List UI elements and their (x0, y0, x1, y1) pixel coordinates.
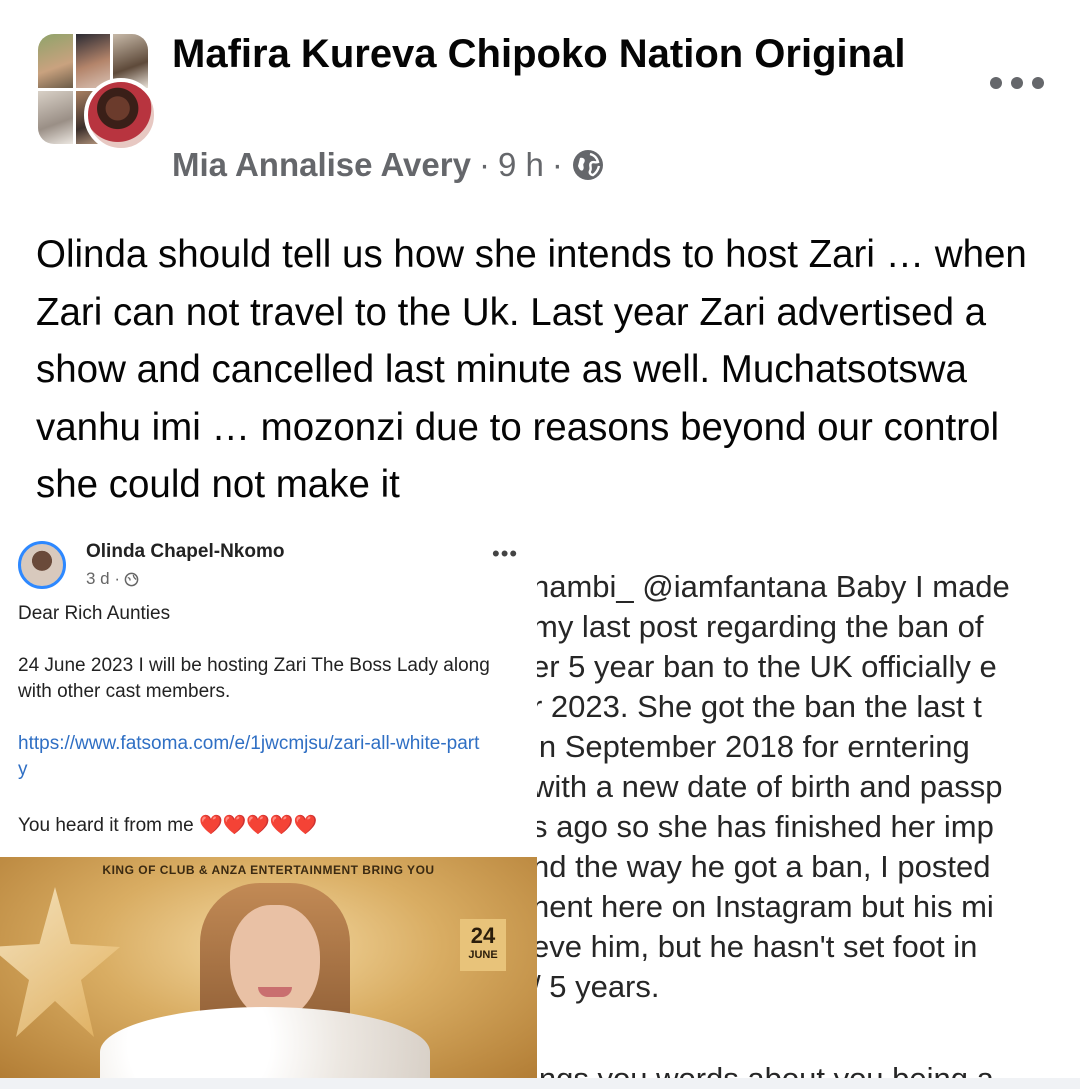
post-time[interactable]: 9 h (498, 146, 544, 184)
comment-line: nambi_ @iamfantana Baby I made (537, 569, 1010, 604)
olinda-more-icon: ••• (492, 541, 519, 566)
instagram-screenshot: nambi_ @iamfantana Baby I made my last p… (537, 537, 1080, 1078)
feed-divider (0, 1078, 1080, 1089)
dot-icon (990, 77, 1002, 89)
event-poster: KING OF CLUB & ANZA ENTERTAINMENT BRING … (0, 857, 537, 1078)
comment-line: with a new date of birth and passp (537, 769, 1003, 804)
poster-fur-outfit (100, 1007, 430, 1078)
meta-separator: · (551, 146, 563, 183)
author-name[interactable]: Mia Annalise Avery (172, 146, 471, 184)
olinda-avatar (18, 541, 66, 589)
olinda-name: Olinda Chapel-Nkomo (86, 541, 285, 562)
comment-line: r 2023. She got the ban the last t (537, 689, 982, 724)
olinda-meta: 3 d · (86, 569, 139, 589)
group-name[interactable]: Mafira Kureva Chipoko Nation Original (172, 28, 962, 80)
comment-line: s ago so she has finished her imp (537, 809, 994, 844)
more-options-button[interactable] (990, 66, 1044, 100)
olinda-link: https://www.fatsoma.com/e/1jwcmjsu/zari-… (18, 733, 480, 780)
poster-date-badge: 24 JUNE (460, 919, 506, 971)
poster-date-month: JUNE (468, 949, 498, 961)
comment-line: er 5 year ban to the UK officially e (537, 649, 997, 684)
poster-date-day: 24 (470, 923, 496, 948)
author-avatar[interactable] (84, 78, 158, 152)
olinda-body: 24 June 2023 I will be hosting Zari The … (18, 655, 490, 702)
facebook-screenshot: Olinda Chapel-Nkomo 3 d · ••• Dear Rich … (0, 537, 538, 1078)
comment-line: in September 2018 for erntering (537, 729, 970, 764)
comment-line: my last post regarding the ban of (537, 609, 984, 644)
post-text: Olinda should tell us how she intends to… (36, 233, 1027, 506)
globe-icon (124, 572, 139, 586)
olinda-greeting: Dear Rich Aunties (18, 603, 171, 624)
meta-separator: · (478, 146, 490, 183)
poster-banner: KING OF CLUB & ANZA ENTERTAINMENT BRING … (102, 863, 435, 877)
comment-line: / 5 years. (537, 969, 660, 1004)
comment-line: ings you words about you being a (537, 1059, 994, 1078)
comment-line: nd the way he got a ban, I posted (537, 849, 991, 884)
olinda-time: 3 d · (86, 569, 121, 588)
olinda-closing: You heard it from me ❤️❤️❤️❤️❤️ (18, 815, 318, 836)
dot-icon (1032, 77, 1044, 89)
post-meta: Mia Annalise Avery · 9 h · (172, 142, 605, 188)
comment-line: nent here on Instagram but his mi (537, 889, 994, 924)
group-avatar[interactable] (38, 34, 158, 152)
post-image[interactable]: Olinda Chapel-Nkomo 3 d · ••• Dear Rich … (0, 537, 1080, 1078)
star-decoration (0, 887, 120, 1037)
comment-line: eve him, but he hasn't set foot in (537, 929, 978, 964)
dot-icon (1011, 77, 1023, 89)
globe-icon (571, 148, 605, 182)
